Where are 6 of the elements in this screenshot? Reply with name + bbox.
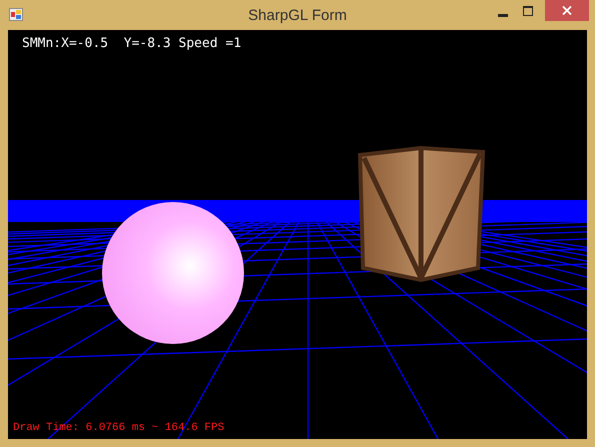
window-title: SharpGL Form [248,6,347,26]
close-button[interactable] [545,0,589,21]
app-icon[interactable] [9,8,23,21]
maximize-icon[interactable] [523,6,533,16]
coordinates-readout: SMMn:X=-0.5 Y=-8.3 Speed =1 [22,37,242,50]
close-icon [562,6,572,15]
